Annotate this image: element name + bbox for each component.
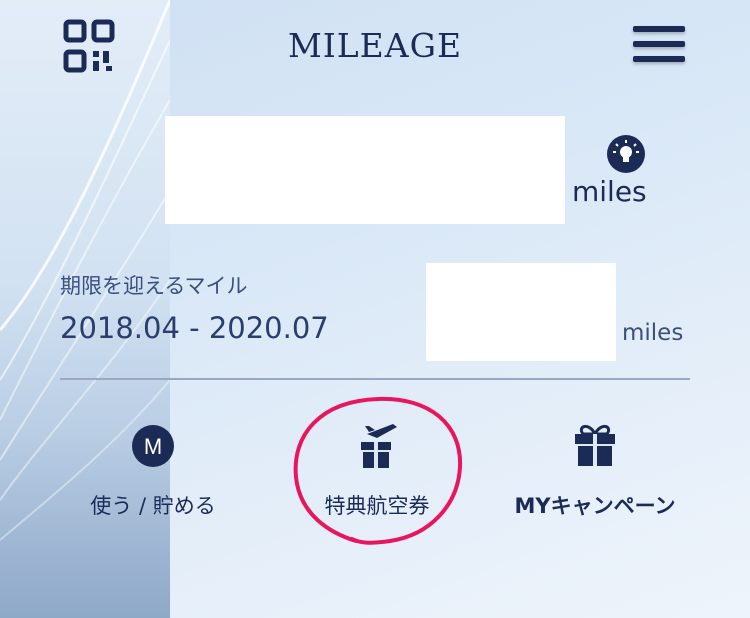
expiring-date-range: 2018.04 - 2020.07 xyxy=(60,311,329,345)
lightbulb-icon[interactable] xyxy=(606,134,646,174)
my-campaign-button[interactable]: MYキャンペーン xyxy=(495,420,695,520)
use-earn-label: 使う / 貯める xyxy=(90,494,216,518)
redacted-balance xyxy=(165,116,565,224)
my-campaign-label: MYキャンペーン xyxy=(514,494,676,518)
highlight-circle-annotation xyxy=(293,396,463,545)
expiring-unit: miles xyxy=(622,320,684,346)
decorative-side-panel xyxy=(0,0,170,618)
balance-unit: miles xyxy=(572,175,647,208)
redacted-expiring-miles xyxy=(426,263,616,361)
hamburger-menu-icon[interactable] xyxy=(633,26,687,68)
expiring-miles-label: 期限を迎えるマイル xyxy=(60,274,248,298)
use-earn-button[interactable]: M 使う / 貯める xyxy=(53,420,253,520)
m-glyph: M xyxy=(144,434,162,459)
m-circle-icon: M xyxy=(132,425,174,467)
gift-icon xyxy=(575,425,615,466)
divider xyxy=(60,378,690,380)
